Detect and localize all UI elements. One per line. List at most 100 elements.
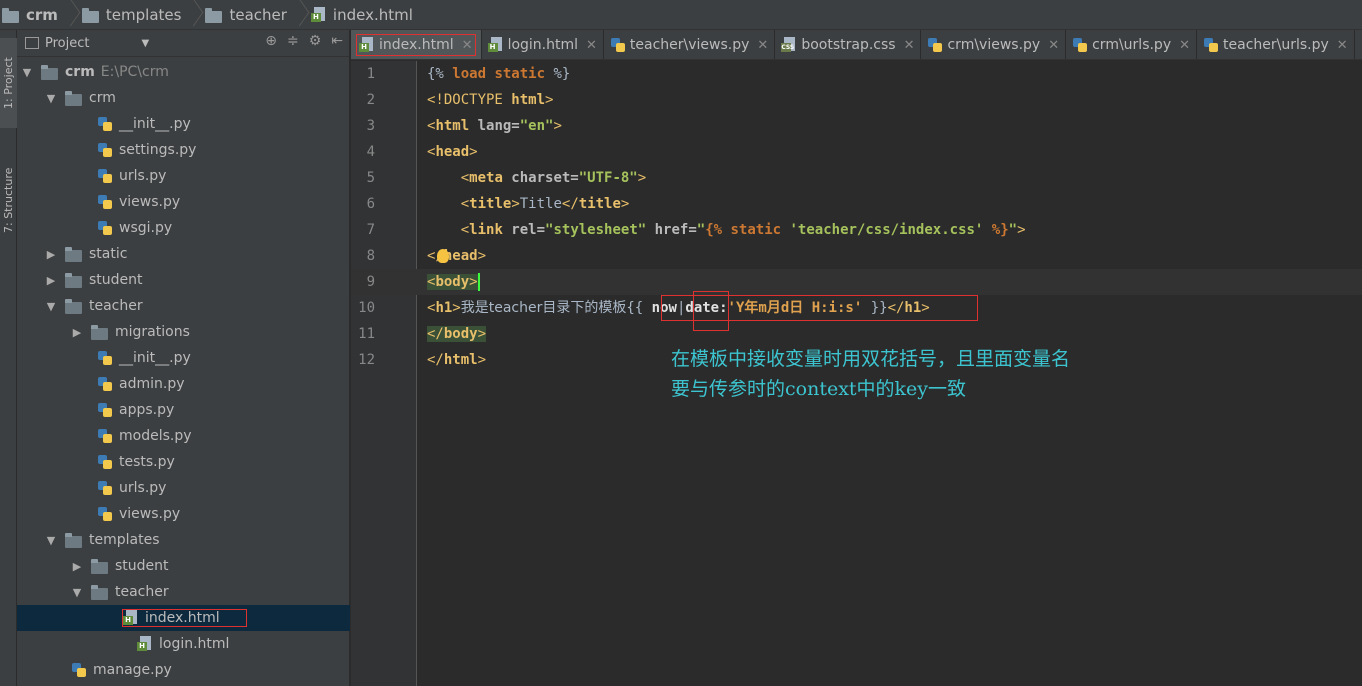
close-tab-icon[interactable]: ✕	[1048, 38, 1059, 53]
code-line[interactable]: 2 <!DOCTYPE html>	[351, 87, 1362, 113]
hide-panel-icon[interactable]: ⇤	[331, 33, 343, 49]
tab-teacher-urls-py[interactable]: teacher\urls.py ✕	[1197, 30, 1355, 59]
project-panel: Project ▼ ⊕ ≑ ⚙ ⇤ ▼ crm E:\PC\crm ▼ crm _…	[17, 30, 350, 686]
code-line[interactable]: 5 <meta charset="UTF-8">	[351, 165, 1362, 191]
tree-item-crm[interactable]: ▼ crm	[17, 85, 350, 111]
python-file-icon	[97, 506, 113, 522]
folder-icon	[65, 298, 83, 314]
breadcrumb-item-crm[interactable]: crm	[0, 0, 80, 30]
expand-arrow-icon[interactable]: ▼	[45, 300, 57, 313]
python-file-icon	[97, 376, 113, 392]
locate-icon[interactable]: ⊕	[265, 33, 277, 49]
tool-window-strip: 1: Project 7: Structure	[0, 30, 17, 686]
close-tab-icon[interactable]: ✕	[904, 38, 915, 53]
folder-icon	[65, 246, 83, 262]
python-file-icon	[1072, 37, 1088, 53]
collapsed-arrow-icon[interactable]: ▶	[45, 248, 57, 261]
code-line[interactable]: 6 <title>Title</title>	[351, 191, 1362, 217]
folder-icon	[91, 324, 109, 340]
html-file-icon: H	[359, 37, 375, 53]
project-view-icon	[25, 37, 39, 49]
variable-name-highlight-box	[693, 291, 729, 331]
text-cursor	[477, 273, 480, 291]
tree-item-settings-py[interactable]: settings.py	[17, 137, 350, 163]
close-tab-icon[interactable]: ✕	[586, 38, 597, 53]
folder-icon	[91, 584, 109, 600]
code-line[interactable]: 8 </head>	[351, 243, 1362, 269]
expand-arrow-icon[interactable]: ▼	[45, 534, 57, 547]
code-line-current[interactable]: 9 <body>	[351, 269, 1362, 295]
code-editor[interactable]: 1 {% load static %} 2 <!DOCTYPE html> 3 …	[351, 61, 1362, 686]
tree-item-login-html[interactable]: H login.html	[17, 631, 350, 657]
code-line[interactable]: 1 {% load static %}	[351, 61, 1362, 87]
tree-item-static[interactable]: ▶ static	[17, 241, 350, 267]
lightbulb-icon[interactable]	[437, 249, 449, 263]
tree-item-templates-teacher[interactable]: ▼ teacher	[17, 579, 350, 605]
code-line[interactable]: 3 <html lang="en">	[351, 113, 1362, 139]
python-file-icon	[97, 168, 113, 184]
python-file-icon	[1203, 37, 1219, 53]
tree-item-templates-student[interactable]: ▶ student	[17, 553, 350, 579]
tree-item-models-py[interactable]: models.py	[17, 423, 350, 449]
expand-arrow-icon[interactable]: ▼	[21, 66, 33, 79]
tab-overflow[interactable]	[1355, 30, 1362, 59]
code-line[interactable]: 4 <head>	[351, 139, 1362, 165]
tree-item-apps-py[interactable]: apps.py	[17, 397, 350, 423]
collapsed-arrow-icon[interactable]: ▶	[71, 326, 83, 339]
tab-crm-urls-py[interactable]: crm\urls.py ✕	[1066, 30, 1198, 59]
breadcrumb-item-templates[interactable]: templates	[80, 0, 204, 30]
tree-item-student[interactable]: ▶ student	[17, 267, 350, 293]
tree-item-teacher[interactable]: ▼ teacher	[17, 293, 350, 319]
collapsed-arrow-icon[interactable]: ▶	[45, 274, 57, 287]
gear-icon[interactable]: ⚙	[309, 33, 322, 49]
html-file-icon: H	[123, 610, 139, 626]
expand-arrow-icon[interactable]: ▼	[71, 586, 83, 599]
close-tab-icon[interactable]: ✕	[462, 38, 473, 53]
python-file-icon	[71, 662, 87, 678]
tree-item-migrations[interactable]: ▶ migrations	[17, 319, 350, 345]
tab-bootstrap-css[interactable]: CSS bootstrap.css ✕	[775, 30, 922, 59]
view-dropdown-icon[interactable]: ▼	[141, 38, 149, 49]
folder-icon	[81, 7, 100, 23]
tree-item-teacher-urls-py[interactable]: urls.py	[17, 475, 350, 501]
tool-tab-structure[interactable]: 7: Structure	[0, 150, 17, 250]
collapsed-arrow-icon[interactable]: ▶	[71, 560, 83, 573]
css-file-icon: CSS	[781, 37, 797, 53]
python-file-icon	[97, 428, 113, 444]
breadcrumb: crm templates teacher H index.html	[0, 0, 1362, 30]
tree-item-index-html[interactable]: H index.html	[17, 605, 350, 631]
project-panel-header: Project ▼ ⊕ ≑ ⚙ ⇤	[17, 30, 349, 57]
tool-tab-project[interactable]: 1: Project	[0, 38, 17, 128]
tree-item-teacher-views-py[interactable]: views.py	[17, 501, 350, 527]
tree-item-wsgi-py[interactable]: wsgi.py	[17, 215, 350, 241]
tree-item-crm-views-py[interactable]: views.py	[17, 189, 350, 215]
html-file-icon: H	[310, 6, 327, 23]
tree-item-templates[interactable]: ▼ templates	[17, 527, 350, 553]
tree-item-manage-py[interactable]: manage.py	[17, 657, 350, 683]
close-tab-icon[interactable]: ✕	[1337, 38, 1348, 53]
tree-item-crm-root[interactable]: ▼ crm E:\PC\crm	[17, 59, 350, 85]
close-tab-icon[interactable]: ✕	[757, 38, 768, 53]
folder-icon	[41, 64, 59, 80]
tree-item-crm-urls-py[interactable]: urls.py	[17, 163, 350, 189]
python-file-icon	[97, 480, 113, 496]
code-line[interactable]: 7 <link rel="stylesheet" href="{% static…	[351, 217, 1362, 243]
tree-item-admin-py[interactable]: admin.py	[17, 371, 350, 397]
tab-index-html[interactable]: H index.html ✕	[351, 30, 482, 59]
tab-crm-views-py[interactable]: crm\views.py ✕	[921, 30, 1067, 59]
tree-item-teacher-init-py[interactable]: __init__.py	[17, 345, 350, 371]
python-file-icon	[97, 220, 113, 236]
collapse-all-icon[interactable]: ≑	[287, 33, 299, 49]
python-file-icon	[97, 116, 113, 132]
tab-login-html[interactable]: H login.html ✕	[482, 30, 604, 59]
python-file-icon	[97, 350, 113, 366]
folder-icon	[2, 7, 20, 23]
tab-teacher-views-py[interactable]: teacher\views.py ✕	[604, 30, 776, 59]
breadcrumb-item-teacher[interactable]: teacher	[203, 0, 308, 30]
expand-arrow-icon[interactable]: ▼	[45, 92, 57, 105]
close-tab-icon[interactable]: ✕	[1179, 38, 1190, 53]
python-file-icon	[927, 37, 943, 53]
breadcrumb-item-index-html[interactable]: H index.html	[309, 0, 419, 30]
tree-item-tests-py[interactable]: tests.py	[17, 449, 350, 475]
tree-item-crm-init-py[interactable]: __init__.py	[17, 111, 350, 137]
